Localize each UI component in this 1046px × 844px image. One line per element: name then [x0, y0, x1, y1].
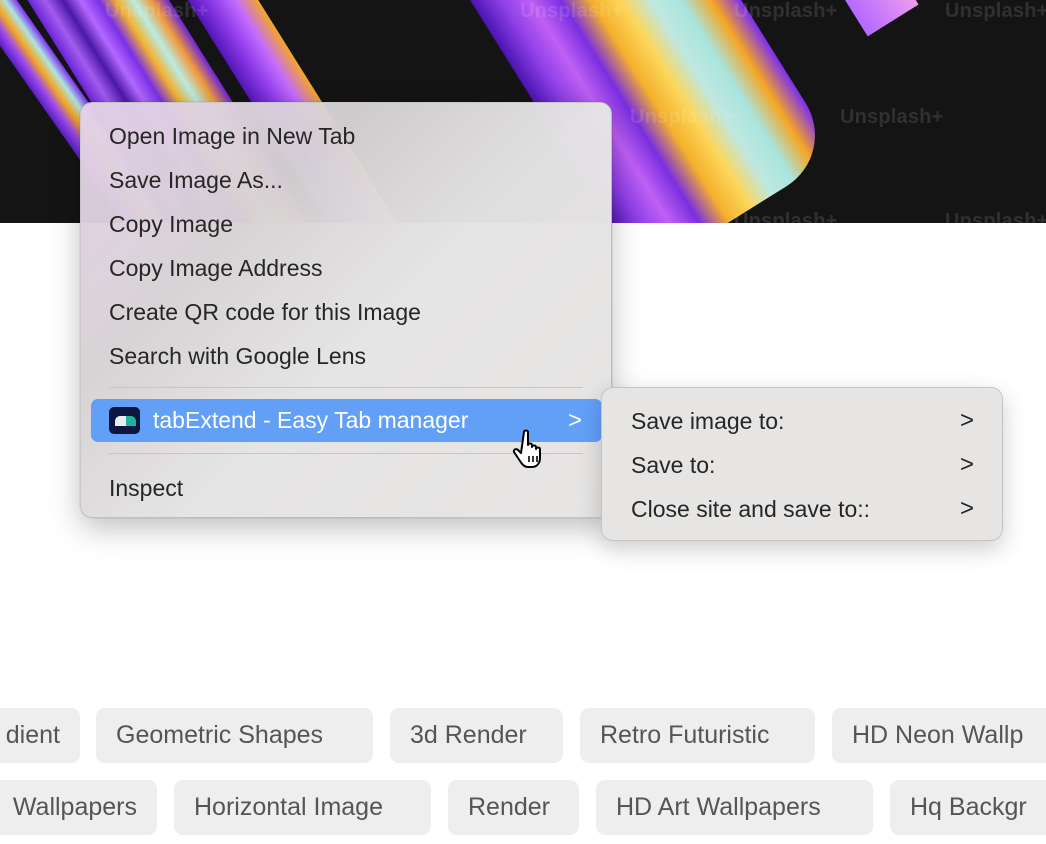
tag-hq-background[interactable]: Hq Backgr: [890, 780, 1046, 835]
tag-label: Geometric Shapes: [116, 721, 324, 749]
menu-item-label: Inspect: [109, 474, 184, 501]
tag-hd-neon-wallpapers[interactable]: HD Neon Wallp: [832, 708, 1046, 763]
menu-item-label: Search with Google Lens: [109, 342, 366, 369]
tag-label: Hq Backgr: [910, 793, 1027, 821]
tag-horizontal-image[interactable]: Horizontal Image: [174, 780, 431, 835]
tabextend-logo-icon: [109, 407, 140, 434]
menu-item-save-image-as[interactable]: Save Image As...: [91, 158, 601, 202]
menu-separator: [109, 387, 583, 388]
tag-label: Retro Futuristic: [600, 721, 770, 749]
tag-gradient[interactable]: dient: [0, 708, 80, 763]
watermark: Unsplash+: [734, 0, 838, 22]
menu-item-open-image-new-tab[interactable]: Open Image in New Tab: [91, 114, 601, 158]
menu-item-label: Open Image in New Tab: [109, 122, 356, 149]
chevron-right-icon: >: [567, 406, 582, 434]
submenu-item-save-to[interactable]: Save to: >: [612, 443, 992, 487]
chevron-right-icon: >: [959, 495, 974, 522]
menu-item-copy-image-address[interactable]: Copy Image Address: [91, 246, 601, 290]
menu-item-label: Copy Image: [109, 210, 234, 237]
watermark: Unsplash+: [945, 0, 1046, 22]
chevron-right-icon: >: [959, 407, 974, 434]
watermark: Unsplash+: [840, 106, 944, 128]
tag-label: dient: [5, 721, 60, 749]
submenu-item-label: Save image to:: [631, 407, 785, 434]
hand-pointer-cursor-icon: [512, 429, 541, 468]
menu-item-search-google-lens[interactable]: Search with Google Lens: [91, 334, 601, 378]
tag-geometric-shapes[interactable]: Geometric Shapes: [96, 708, 373, 763]
submenu-item-save-image-to[interactable]: Save image to: >: [612, 399, 992, 443]
tag-label: HD Neon Wallp: [852, 721, 1024, 749]
menu-item-inspect[interactable]: Inspect: [91, 466, 601, 510]
menu-item-create-qr-code[interactable]: Create QR code for this Image: [91, 290, 601, 334]
menu-item-label: Copy Image Address: [109, 254, 323, 281]
menu-item-label: Create QR code for this Image: [109, 298, 421, 325]
menu-item-label: Save Image As...: [109, 166, 283, 193]
watermark: Unsplash+: [945, 210, 1046, 223]
tag-retro-futuristic[interactable]: Retro Futuristic: [580, 708, 815, 763]
tag-render[interactable]: Render: [448, 780, 579, 835]
tag-hd-art-wallpapers[interactable]: HD Art Wallpapers: [596, 780, 873, 835]
submenu-item-label: Close site and save to::: [631, 495, 871, 522]
tag-label: Wallpapers: [12, 793, 137, 821]
watermark: Unsplash+: [630, 106, 734, 128]
tag-label: Render: [468, 793, 550, 821]
chevron-right-icon: >: [959, 451, 974, 478]
menu-item-label: tabExtend - Easy Tab manager: [153, 407, 469, 433]
tag-label: Horizontal Image: [194, 793, 383, 821]
tag-label: 3d Render: [410, 721, 527, 749]
watermark: Unsplash+: [734, 210, 838, 223]
menu-item-copy-image[interactable]: Copy Image: [91, 202, 601, 246]
watermark: Unsplash+: [520, 0, 624, 22]
tabextend-submenu: Save image to: > Save to: > Close site a…: [601, 387, 1003, 541]
tag-wallpapers[interactable]: Wallpapers: [0, 780, 157, 835]
tag-3d-render[interactable]: 3d Render: [390, 708, 563, 763]
tag-label: HD Art Wallpapers: [616, 793, 821, 821]
watermark: Unsplash+: [105, 0, 209, 22]
submenu-item-label: Save to:: [631, 451, 716, 478]
submenu-item-close-site-and-save-to[interactable]: Close site and save to:: >: [612, 487, 992, 531]
